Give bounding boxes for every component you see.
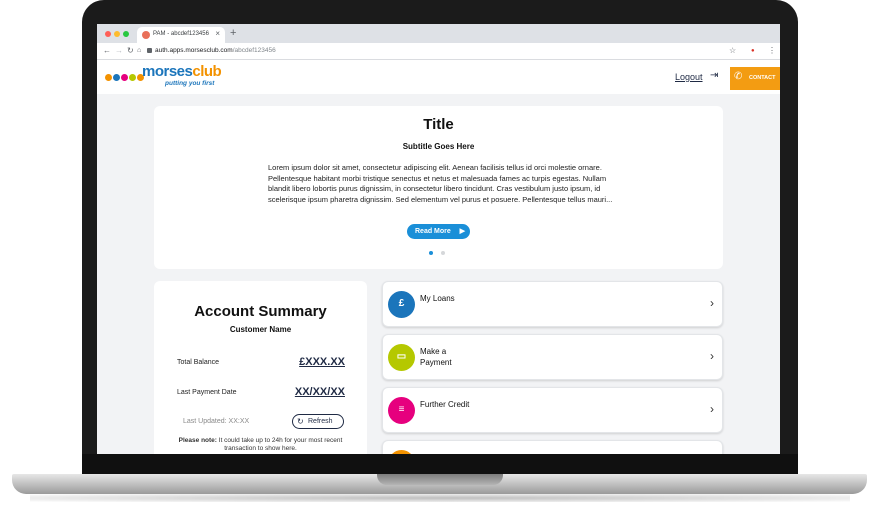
logout-icon[interactable]: ⇥ [710, 70, 718, 81]
star-icon[interactable]: ☆ [729, 46, 736, 55]
lock-icon[interactable] [147, 48, 152, 53]
chevron-right-icon: › [710, 349, 714, 363]
menu-item-label: Further Credit [420, 400, 470, 409]
menu-item-icon [388, 450, 415, 454]
last-payment-value[interactable]: XX/XX/XX [295, 386, 345, 398]
logout-link[interactable]: Logout [675, 72, 703, 82]
home-icon[interactable]: ⌂ [137, 47, 141, 54]
last-payment-label: Last Payment Date [177, 389, 237, 396]
customer-name: Customer Name [229, 325, 292, 334]
account-summary-title: Account Summary [194, 303, 327, 320]
menu-item-further-credit[interactable]: ≡ Further Credit › [382, 387, 723, 433]
hero-body: Lorem ipsum dolor sit amet, consectetur … [268, 163, 613, 204]
favicon-icon [142, 31, 150, 39]
hero-card: Title Subtitle Goes Here Lorem ipsum dol… [154, 106, 723, 269]
chevron-right-icon: › [710, 296, 714, 310]
read-more-label: Read More [415, 228, 451, 235]
refresh-button[interactable]: ↻ Refresh [292, 414, 344, 429]
window-maximize-dot[interactable] [123, 31, 129, 37]
refresh-label: Refresh [308, 418, 333, 425]
menu-item-my-loans[interactable]: £ My Loans › [382, 281, 723, 327]
logo-dots [105, 68, 145, 86]
card-icon: ▭ [388, 344, 415, 371]
carousel-dot[interactable] [441, 251, 445, 255]
hero-title: Title [423, 116, 454, 133]
extension-icon[interactable]: ● [751, 48, 755, 54]
chevron-right-icon: › [710, 402, 714, 416]
laptop-shadow [30, 494, 850, 502]
hero-subtitle: Subtitle Goes Here [402, 142, 475, 151]
phone-icon: ✆ [734, 71, 743, 82]
browser-address-bar: ← → ↻ ⌂ auth.apps.morsesclub.com/abcdef1… [97, 43, 780, 60]
menu-item-partial[interactable] [382, 440, 723, 454]
play-icon: ▶ [459, 228, 465, 235]
browser-tab-bar: PAM - abcdef123456 × + [97, 24, 780, 43]
menu-item-label: My Loans [420, 294, 455, 303]
back-icon[interactable]: ← [103, 46, 111, 55]
summary-note: Please note: It could take up to 24h for… [178, 437, 343, 452]
menu-item-label: Make a Payment [420, 347, 452, 367]
contact-label: CONTACT [749, 75, 776, 81]
refresh-icon: ↻ [297, 417, 304, 426]
read-more-button[interactable]: Read More ▶ [407, 224, 470, 239]
close-icon[interactable]: × [215, 29, 220, 38]
site-header: morsesclub putting you first Logout ⇥ ✆ … [97, 60, 780, 94]
browser-tab[interactable]: PAM - abcdef123456 × [137, 27, 225, 43]
total-balance-value[interactable]: £XXX.XX [299, 356, 345, 368]
forward-icon[interactable]: → [115, 46, 123, 55]
menu-item-make-payment[interactable]: ▭ Make a Payment › [382, 334, 723, 380]
logo-tagline: putting you first [165, 80, 215, 87]
tab-title: PAM - abcdef123456 [153, 31, 209, 37]
last-updated-text: Last Updated: XX:XX [183, 418, 250, 425]
laptop-notch [377, 474, 503, 485]
logo[interactable]: morsesclub [142, 63, 222, 80]
total-balance-label: Total Balance [177, 359, 220, 366]
laptop-screen: PAM - abcdef123456 × + ← → ↻ ⌂ auth.apps… [97, 24, 780, 454]
new-tab-icon[interactable]: + [230, 27, 236, 39]
coins-icon: ≡ [388, 397, 415, 424]
more-menu-icon[interactable]: ⋮ [768, 46, 776, 55]
window-close-dot[interactable] [105, 31, 111, 37]
pound-document-icon: £ [388, 291, 415, 318]
account-summary-card: Account Summary Customer Name Total Bala… [154, 281, 367, 454]
contact-button[interactable]: ✆ CONTACT [730, 67, 780, 90]
window-minimize-dot[interactable] [114, 31, 120, 37]
reload-icon[interactable]: ↻ [127, 46, 134, 55]
carousel-dot-active[interactable] [429, 251, 433, 255]
url-field[interactable]: auth.apps.morsesclub.com/abcdef123456 [155, 47, 276, 54]
